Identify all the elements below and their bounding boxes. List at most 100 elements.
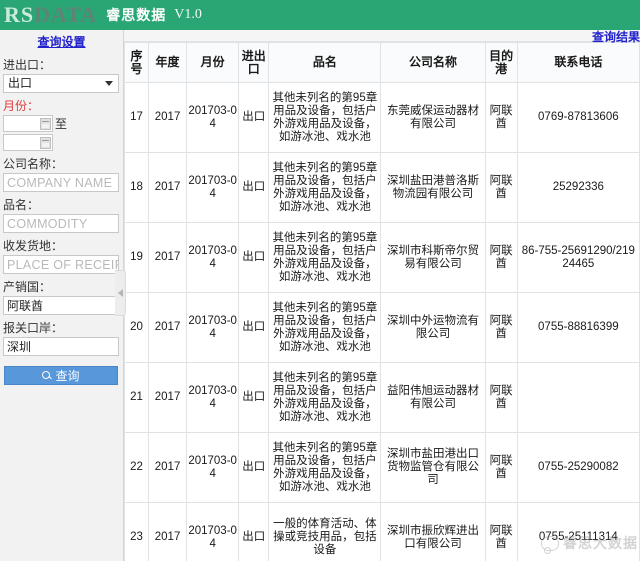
cell-tel: 0755-25111314	[516, 502, 640, 561]
cell-tel: 0755-25290082	[516, 432, 640, 503]
chevron-down-icon	[105, 81, 113, 86]
brand-logo: RS DATA	[4, 4, 97, 26]
cell-corp: 深圳中外运物流有限公司	[380, 292, 486, 363]
cell-port: 阿联酋	[484, 222, 518, 293]
column-header-year[interactable]: 年度	[148, 42, 188, 83]
country-input[interactable]: 阿联酋	[3, 296, 119, 315]
calendar-icon[interactable]	[40, 118, 51, 130]
column-header-commodity[interactable]: 品名	[268, 42, 382, 83]
search-button-label: 查询	[55, 369, 80, 383]
search-button[interactable]: 查询	[4, 366, 118, 385]
commodity-label: 品名：	[3, 198, 40, 212]
results-link[interactable]: 查询结果	[592, 28, 640, 45]
table-row[interactable]: 18 2017 201703-04 出口 其他未列名的第95章用品及设备，包括户外游戏用…	[123, 152, 640, 223]
commodity-input[interactable]: COMMODITY	[3, 214, 119, 233]
date-range-separator: 至	[55, 117, 68, 131]
cell-port: 阿联酋	[484, 502, 518, 561]
trade-direction-select[interactable]: 出口	[3, 74, 119, 93]
month-to-row	[3, 134, 119, 151]
cell-corp: 东莞威保运动器材有限公司	[380, 82, 486, 153]
trade-direction-value: 出口	[8, 76, 33, 90]
results-panel: 查询结果 序号 年度 月份 进出口 品名 公司名称 目的港 联系电话 17 201…	[115, 28, 640, 561]
customs-port-label: 报关口岸：	[3, 321, 64, 335]
column-header-port[interactable]: 目的港	[484, 42, 518, 83]
chevron-left-icon	[117, 289, 123, 297]
cell-idx: 17	[123, 82, 150, 153]
cell-idx: 23	[123, 502, 150, 561]
app-window: RS DATA 睿思数据 V1.0 查询设置 进出口： 出口 月份： 至 公司名称…	[0, 0, 640, 561]
cell-year: 2017	[148, 292, 188, 363]
cell-corp: 益阳伟旭运动器材有限公司	[380, 362, 486, 433]
search-icon	[42, 371, 51, 380]
cell-port: 阿联酋	[484, 432, 518, 503]
cell-idx: 20	[123, 292, 150, 363]
cell-tel	[516, 362, 640, 433]
cell-idx: 21	[123, 362, 150, 433]
company-name-label: 公司名称：	[3, 157, 64, 171]
trade-direction-label: 进出口：	[3, 58, 52, 72]
cell-ie: 出口	[238, 82, 270, 153]
results-table: 序号 年度 月份 进出口 品名 公司名称 目的港 联系电话 17 2017 2017…	[123, 42, 640, 561]
cell-year: 2017	[148, 432, 188, 503]
cell-port: 阿联酋	[484, 82, 518, 153]
table-row[interactable]: 20 2017 201703-04 出口 其他未列名的第95章用品及设备，包括户外游戏用…	[123, 292, 640, 363]
results-table-body: 17 2017 201703-04 出口 其他未列名的第95章用品及设备，包括户外游戏用…	[123, 82, 640, 561]
column-header-tel[interactable]: 联系电话	[516, 42, 640, 83]
cell-corp: 深圳盐田港普洛斯物流园有限公司	[380, 152, 486, 223]
cell-tel: 0769-87813606	[516, 82, 640, 153]
cell-comm: 其他未列名的第95章用品及设备，包括户外游戏用品及设备，如游冰池、戏水池	[268, 292, 382, 363]
cell-corp: 深圳市振欣辉进出口有限公司	[380, 502, 486, 561]
cell-ie: 出口	[238, 292, 270, 363]
month-from-row: 至	[3, 115, 119, 132]
results-header: 查询结果	[124, 28, 640, 45]
cell-corp: 深圳市科斯帝尔贸易有限公司	[380, 222, 486, 293]
table-row[interactable]: 19 2017 201703-04 出口 其他未列名的第95章用品及设备，包括户外游戏用…	[123, 222, 640, 293]
company-name-input[interactable]: COMPANY NAME	[3, 173, 119, 192]
month-from-input[interactable]	[3, 115, 53, 132]
cell-ie: 出口	[238, 152, 270, 223]
table-row[interactable]: 23 2017 201703-04 出口 一般的体育活动、体操或竞技用品，包括设备 深圳市…	[123, 502, 640, 561]
month-to-input[interactable]	[3, 134, 53, 151]
table-row[interactable]: 22 2017 201703-04 出口 其他未列名的第95章用品及设备，包括户外游戏用…	[123, 432, 640, 503]
cell-comm: 其他未列名的第95章用品及设备，包括户外游戏用品及设备，如游冰池、戏水池	[268, 152, 382, 223]
cell-year: 2017	[148, 362, 188, 433]
place-of-receipt-label: 收发货地：	[3, 239, 64, 253]
cell-month: 201703-04	[186, 152, 240, 223]
column-header-month[interactable]: 月份	[186, 42, 240, 83]
cell-tel: 86-755-25691290/21924465	[516, 222, 640, 293]
column-header-company[interactable]: 公司名称	[380, 42, 486, 83]
month-label: 月份：	[3, 99, 40, 113]
customs-port-input[interactable]: 深圳	[3, 337, 119, 356]
cell-port: 阿联酋	[484, 362, 518, 433]
place-of-receipt-placeholder: PLACE OF RECEIP	[7, 257, 118, 272]
cell-tel: 25292336	[516, 152, 640, 223]
cell-idx: 22	[123, 432, 150, 503]
cell-corp: 深圳市盐田港出口货物监管仓有限公司	[380, 432, 486, 503]
cell-year: 2017	[148, 222, 188, 293]
country-value: 阿联酋	[7, 299, 44, 313]
app-header: RS DATA 睿思数据 V1.0	[0, 0, 640, 30]
place-of-receipt-input[interactable]: PLACE OF RECEIP	[3, 255, 119, 274]
cell-comm: 其他未列名的第95章用品及设备，包括户外游戏用品及设备，如游冰池、戏水池	[268, 362, 382, 433]
cell-comm: 一般的体育活动、体操或竞技用品，包括设备	[268, 502, 382, 561]
cell-year: 2017	[148, 82, 188, 153]
column-header-ie[interactable]: 进出口	[238, 42, 270, 83]
cell-month: 201703-04	[186, 292, 240, 363]
cell-idx: 18	[123, 152, 150, 223]
app-version: V1.0	[174, 7, 202, 22]
cell-comm: 其他未列名的第95章用品及设备，包括户外游戏用品及设备，如游冰池、戏水池	[268, 432, 382, 503]
calendar-icon[interactable]	[40, 137, 51, 149]
cell-month: 201703-04	[186, 362, 240, 433]
customs-port-value: 深圳	[7, 340, 32, 354]
cell-idx: 19	[123, 222, 150, 293]
results-table-head: 序号 年度 月份 进出口 品名 公司名称 目的港 联系电话	[123, 42, 640, 83]
panel-collapse-handle[interactable]	[115, 270, 126, 316]
cell-ie: 出口	[238, 362, 270, 433]
cell-ie: 出口	[238, 222, 270, 293]
table-row[interactable]: 21 2017 201703-04 出口 其他未列名的第95章用品及设备，包括户外游戏用…	[123, 362, 640, 433]
cell-month: 201703-04	[186, 502, 240, 561]
cell-month: 201703-04	[186, 82, 240, 153]
table-row[interactable]: 17 2017 201703-04 出口 其他未列名的第95章用品及设备，包括户外游戏用…	[123, 82, 640, 153]
column-header-idx[interactable]: 序号	[123, 42, 150, 83]
cell-tel: 0755-88816399	[516, 292, 640, 363]
